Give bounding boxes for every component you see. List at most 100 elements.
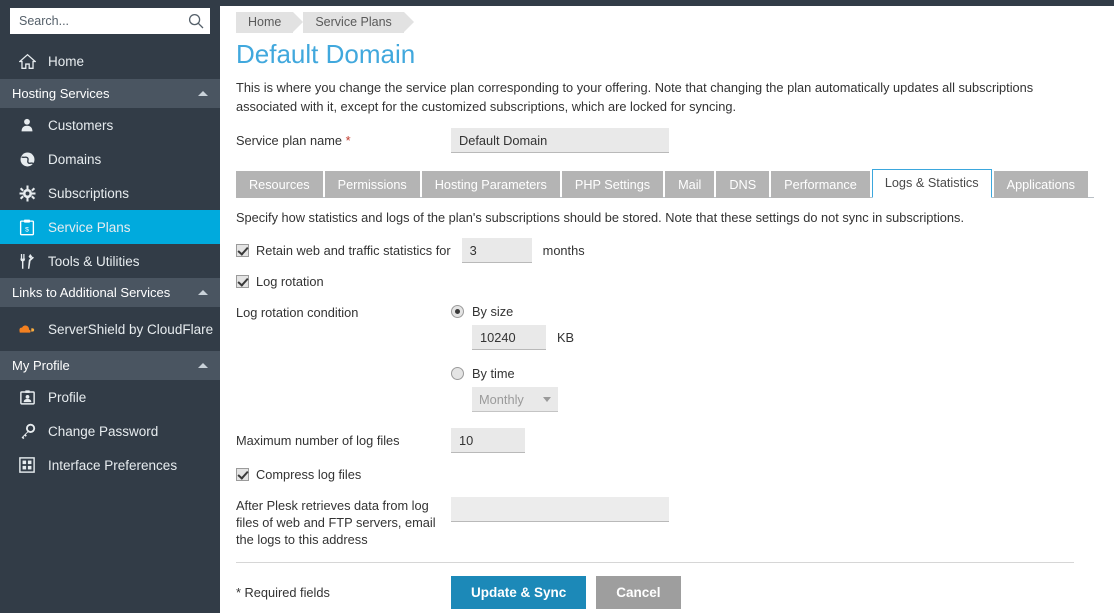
key-icon xyxy=(16,421,38,441)
breadcrumb: Home Service Plans xyxy=(230,11,1094,33)
retain-stats-months-input[interactable] xyxy=(462,238,532,263)
email-logs-label: After Plesk retrieves data from log file… xyxy=(236,497,451,548)
sidebar-item-interface-preferences[interactable]: Interface Preferences xyxy=(0,448,220,482)
gear-icon xyxy=(16,183,38,203)
service-plan-name-row: Service plan name * xyxy=(236,128,1094,153)
service-plan-name-label-text: Service plan name xyxy=(236,133,342,148)
sidebar-item-label: Profile xyxy=(48,390,86,405)
tab-performance[interactable]: Performance xyxy=(771,171,870,198)
sidebar-item-home[interactable]: Home xyxy=(0,43,220,79)
compress-logs-checkbox[interactable] xyxy=(236,468,249,481)
sidebar-item-label: Domains xyxy=(48,152,101,167)
log-rotation-row: Log rotation xyxy=(236,274,1094,289)
sidebar-item-label: Tools & Utilities xyxy=(48,254,140,269)
footer-actions: * Required fields Update & Sync Cancel xyxy=(236,576,1094,609)
tab-php-settings[interactable]: PHP Settings xyxy=(562,171,663,198)
email-logs-row: After Plesk retrieves data from log file… xyxy=(236,497,1094,548)
sidebar-item-servershield[interactable]: ServerShield by CloudFlare xyxy=(0,307,220,351)
by-time-radio[interactable] xyxy=(451,367,464,380)
clipboard-icon: $ xyxy=(16,217,38,237)
form-helper-text: Specify how statistics and logs of the p… xyxy=(236,210,1094,225)
max-log-files-input[interactable] xyxy=(451,428,525,453)
retain-stats-label: Retain web and traffic statistics for xyxy=(256,243,451,258)
sidebar-item-change-password[interactable]: Change Password xyxy=(0,414,220,448)
email-logs-input[interactable] xyxy=(451,497,669,522)
by-size-kb-input[interactable] xyxy=(472,325,546,350)
log-rotation-checkbox[interactable] xyxy=(236,275,249,288)
by-size-unit: KB xyxy=(557,330,574,345)
retain-stats-checkbox[interactable] xyxy=(236,244,249,257)
tab-dns[interactable]: DNS xyxy=(716,171,769,198)
search-box[interactable] xyxy=(10,8,210,34)
sidebar-item-tools-utilities[interactable]: Tools & Utilities xyxy=(0,244,220,278)
required-fields-note: * Required fields xyxy=(236,585,451,600)
sidebar-section-links-additional-services[interactable]: Links to Additional Services xyxy=(0,278,220,307)
sidebar-item-label: Subscriptions xyxy=(48,186,129,201)
tab-mail[interactable]: Mail xyxy=(665,171,714,198)
main-content: Home Service Plans Default Domain This i… xyxy=(220,0,1114,613)
id-badge-icon xyxy=(16,387,38,407)
sidebar-item-label: Interface Preferences xyxy=(48,458,177,473)
footer-divider xyxy=(236,562,1074,563)
home-icon xyxy=(16,51,38,71)
sidebar-item-label: Service Plans xyxy=(48,220,131,235)
tools-icon xyxy=(16,251,38,271)
sidebar-item-subscriptions[interactable]: Subscriptions xyxy=(0,176,220,210)
top-strip xyxy=(220,0,1114,6)
caret-up-icon xyxy=(198,363,208,368)
page-description: This is where you change the service pla… xyxy=(236,78,1094,116)
sidebar-section-hosting-services[interactable]: Hosting Services xyxy=(0,79,220,108)
cloudflare-icon xyxy=(16,319,38,339)
retain-stats-unit: months xyxy=(543,243,585,258)
sidebar-section-label: Hosting Services xyxy=(12,86,110,101)
sidebar-search-container xyxy=(0,0,220,43)
tab-logs-statistics[interactable]: Logs & Statistics xyxy=(872,169,992,198)
sidebar-item-domains[interactable]: Domains xyxy=(0,142,220,176)
log-rotation-condition-options: By size KB By time Monthly xyxy=(451,304,574,412)
sidebar: Home Hosting Services Customers xyxy=(0,0,220,613)
globe-icon xyxy=(16,149,38,169)
by-size-option: By size xyxy=(451,304,574,319)
search-icon xyxy=(188,13,204,29)
sidebar-item-label: Customers xyxy=(48,118,113,133)
tab-applications[interactable]: Applications xyxy=(994,171,1088,198)
sidebar-section-my-profile[interactable]: My Profile xyxy=(0,351,220,380)
app-root: Home Hosting Services Customers xyxy=(0,0,1114,613)
by-time-period-select[interactable]: Monthly xyxy=(472,387,558,412)
sidebar-item-customers[interactable]: Customers xyxy=(0,108,220,142)
search-input[interactable] xyxy=(19,9,188,33)
cancel-button[interactable]: Cancel xyxy=(596,576,680,609)
by-time-period-value: Monthly xyxy=(479,392,524,407)
breadcrumb-item-service-plans[interactable]: Service Plans xyxy=(303,12,403,33)
by-time-value-row: Monthly xyxy=(472,387,574,412)
retain-stats-row: Retain web and traffic statistics for mo… xyxy=(236,238,1094,263)
compress-logs-row: Compress log files xyxy=(236,467,1094,482)
user-icon xyxy=(16,115,38,135)
service-plan-name-input[interactable] xyxy=(451,128,669,153)
by-time-label: By time xyxy=(472,366,515,381)
tab-resources[interactable]: Resources xyxy=(236,171,323,198)
max-log-files-label: Maximum number of log files xyxy=(236,433,451,448)
log-rotation-condition-label: Log rotation condition xyxy=(236,304,451,320)
log-rotation-condition-row: Log rotation condition By size KB By tim… xyxy=(236,304,1094,412)
by-size-radio[interactable] xyxy=(451,305,464,318)
page-title: Default Domain xyxy=(236,39,1094,69)
service-plan-name-label: Service plan name * xyxy=(236,133,451,148)
tab-bar: Resources Permissions Hosting Parameters… xyxy=(236,169,1094,198)
tab-permissions[interactable]: Permissions xyxy=(325,171,420,198)
sidebar-section-label: My Profile xyxy=(12,358,70,373)
breadcrumb-item-home[interactable]: Home xyxy=(236,12,293,33)
caret-up-icon xyxy=(198,91,208,96)
sidebar-section-label: Links to Additional Services xyxy=(12,285,170,300)
sidebar-item-label: ServerShield by CloudFlare xyxy=(48,322,213,337)
grid-icon xyxy=(16,455,38,475)
svg-text:$: $ xyxy=(25,226,29,233)
content-area: Home Service Plans Default Domain This i… xyxy=(220,11,1114,609)
update-and-sync-button[interactable]: Update & Sync xyxy=(451,576,586,609)
sidebar-item-service-plans[interactable]: $ Service Plans xyxy=(0,210,220,244)
sidebar-item-profile[interactable]: Profile xyxy=(0,380,220,414)
required-asterisk: * xyxy=(346,133,351,148)
max-log-files-row: Maximum number of log files xyxy=(236,428,1094,453)
tab-hosting-parameters[interactable]: Hosting Parameters xyxy=(422,171,560,198)
log-rotation-label: Log rotation xyxy=(256,274,324,289)
